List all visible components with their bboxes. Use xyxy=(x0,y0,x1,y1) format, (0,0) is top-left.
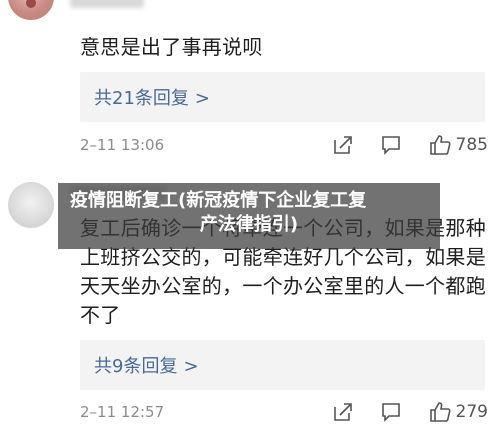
article-title-banner: 疫情阻断复工(新冠疫情下企业复工复 产法律指引) xyxy=(58,183,440,249)
share-icon xyxy=(333,403,352,421)
replies-box[interactable]: 共9条回复 > xyxy=(80,340,485,390)
comment-button[interactable] xyxy=(380,401,402,423)
comment-item-1: 意思是出了事再说呗 共21条回复 > 2–11 13:06 785 xyxy=(0,0,500,170)
like-button[interactable]: 279 xyxy=(428,400,488,424)
banner-line-1: 疫情阻断复工(新冠疫情下企业复工复 xyxy=(70,190,367,211)
replies-box[interactable]: 共21条回复 > xyxy=(80,72,485,122)
view-replies-link[interactable]: 共21条回复 > xyxy=(94,84,210,110)
chevron-right-icon: > xyxy=(194,88,210,109)
comment-button[interactable] xyxy=(380,134,402,156)
like-button[interactable]: 785 xyxy=(428,133,488,157)
avatar[interactable] xyxy=(8,182,54,228)
comment-meta: 2–11 12:57 279 xyxy=(80,400,488,424)
comment-time: 2–11 13:06 xyxy=(80,136,165,154)
view-replies-link[interactable]: 共9条回复 > xyxy=(94,352,199,378)
thumbs-up-icon xyxy=(429,402,451,422)
chevron-right-icon: > xyxy=(183,356,199,377)
banner-line-2: 产法律指引) xyxy=(199,214,299,235)
avatar[interactable] xyxy=(8,0,54,20)
like-count: 279 xyxy=(455,402,488,422)
username-placeholder xyxy=(70,0,144,8)
thumbs-up-icon xyxy=(429,135,451,155)
comment-icon xyxy=(381,136,400,155)
comment-meta: 2–11 13:06 785 xyxy=(80,133,488,157)
share-button[interactable] xyxy=(332,401,354,423)
like-count: 785 xyxy=(455,135,488,155)
comment-icon xyxy=(381,403,400,422)
share-icon xyxy=(333,136,352,154)
share-button[interactable] xyxy=(332,134,354,156)
comment-text: 意思是出了事再说呗 xyxy=(80,35,263,59)
comment-time: 2–11 12:57 xyxy=(80,403,165,421)
